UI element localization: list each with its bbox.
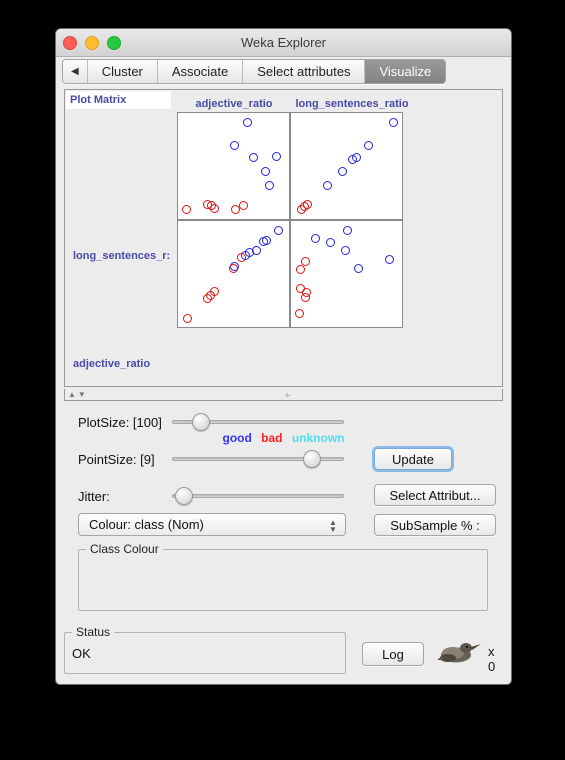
data-point	[261, 166, 271, 176]
pointsize-slider-knob[interactable]	[302, 450, 321, 468]
pointsize-label: PointSize: [9]	[78, 451, 155, 467]
class-colour-group	[78, 549, 488, 611]
status-text: OK	[72, 646, 91, 661]
data-point	[385, 254, 395, 264]
class-legend-unknown[interactable]: unknown	[292, 431, 345, 445]
jitter-slider-track	[172, 494, 344, 498]
scatter-cell-long_sentences_ratio-vs-long_sentences_ratio[interactable]	[290, 112, 403, 220]
data-point	[348, 155, 358, 165]
data-point	[300, 292, 310, 302]
class-legend-good[interactable]: good	[222, 431, 251, 445]
data-point	[325, 238, 335, 248]
splitter-collapse-arrows[interactable]: ▲▼	[68, 390, 88, 399]
data-point	[181, 205, 191, 215]
bird-count-label: x 0	[488, 644, 496, 674]
tab-scroll-left-button[interactable]: ◀	[63, 60, 88, 83]
data-point	[340, 245, 350, 255]
row-label-long-sentences-ratio: long_sentences_r:	[73, 250, 171, 262]
tab-select-attributes[interactable]: Select attributes	[243, 60, 366, 83]
status-title: Status	[72, 625, 115, 639]
class-colour-title: Class Colour	[86, 542, 163, 556]
scatter-cell-long_sentences_ratio-vs-adjective_ratio[interactable]	[177, 112, 290, 220]
weka-explorer-window: Weka Explorer ◀ Cluster Associate Select…	[55, 28, 512, 685]
data-point	[265, 180, 275, 190]
data-point	[249, 152, 259, 162]
data-point	[243, 117, 253, 127]
plot-matrix-corner-label: Plot Matrix	[66, 91, 171, 109]
jitter-label: Jitter:	[78, 488, 110, 504]
weka-bird-icon[interactable]	[436, 638, 482, 666]
visualize-panel: Plot Matrix adjective_ratio long_sentenc…	[64, 89, 503, 387]
data-point	[229, 141, 239, 151]
data-point	[272, 151, 282, 161]
visualize-controls: PlotSize: [100] PointSize: [9] Jitter: U…	[64, 401, 503, 619]
data-point	[310, 234, 320, 244]
column-header-adjective-ratio: adjective_ratio	[195, 98, 273, 110]
data-point	[337, 166, 347, 176]
data-point	[294, 308, 304, 318]
update-button[interactable]: Update	[374, 448, 452, 470]
status-area: Status OK Log x 0	[64, 625, 503, 676]
window-title: Weka Explorer	[240, 35, 326, 50]
colour-select[interactable]: Colour: class (Nom) ▲ ▼	[78, 513, 346, 536]
data-point	[389, 117, 399, 127]
subsample-button[interactable]: SubSample % :	[374, 514, 496, 536]
class-colour-legend: good bad unknown	[64, 431, 503, 445]
row-label-adjective-ratio: adjective_ratio	[73, 358, 151, 370]
plotsize-label: PlotSize: [100]	[78, 414, 162, 430]
colour-select-value: Colour: class (Nom)	[89, 517, 204, 532]
data-point	[182, 314, 192, 324]
data-point	[228, 264, 238, 274]
data-point	[295, 265, 305, 275]
window-title-bar: Weka Explorer	[56, 29, 511, 57]
tab-associate[interactable]: Associate	[157, 60, 244, 83]
log-button[interactable]: Log	[362, 642, 424, 666]
data-point	[296, 205, 306, 215]
panel-splitter[interactable]: ▲▼ ∻	[64, 389, 503, 401]
data-point	[274, 225, 284, 235]
plotsize-slider[interactable]	[172, 412, 344, 432]
tab-cluster[interactable]: Cluster	[87, 60, 158, 83]
jitter-slider-knob[interactable]	[175, 487, 194, 505]
scatter-cell-adjective_ratio-vs-long_sentences_ratio[interactable]	[290, 220, 403, 328]
class-legend-bad[interactable]: bad	[261, 431, 282, 445]
pointsize-slider[interactable]	[172, 449, 344, 469]
data-point	[209, 204, 219, 214]
jitter-slider[interactable]	[172, 486, 344, 506]
scatter-cell-adjective_ratio-vs-adjective_ratio[interactable]	[177, 220, 290, 328]
data-point	[202, 293, 212, 303]
data-point	[237, 253, 247, 263]
data-point	[342, 225, 352, 235]
data-point	[239, 200, 249, 210]
select-attributes-button[interactable]: Select Attribut...	[374, 484, 496, 506]
data-point	[322, 180, 332, 190]
data-point	[354, 264, 364, 274]
tab-bar: ◀ Cluster Associate Select attributes Vi…	[56, 57, 511, 89]
chevron-updown-icon: ▲ ▼	[329, 517, 337, 534]
column-header-long-sentences-ratio: long_sentences_ratio	[295, 98, 409, 110]
splitter-handle-icon[interactable]: ∻	[284, 390, 292, 401]
tab-visualize[interactable]: Visualize	[365, 60, 446, 83]
data-point	[364, 141, 374, 151]
plotsize-slider-knob[interactable]	[192, 413, 211, 431]
